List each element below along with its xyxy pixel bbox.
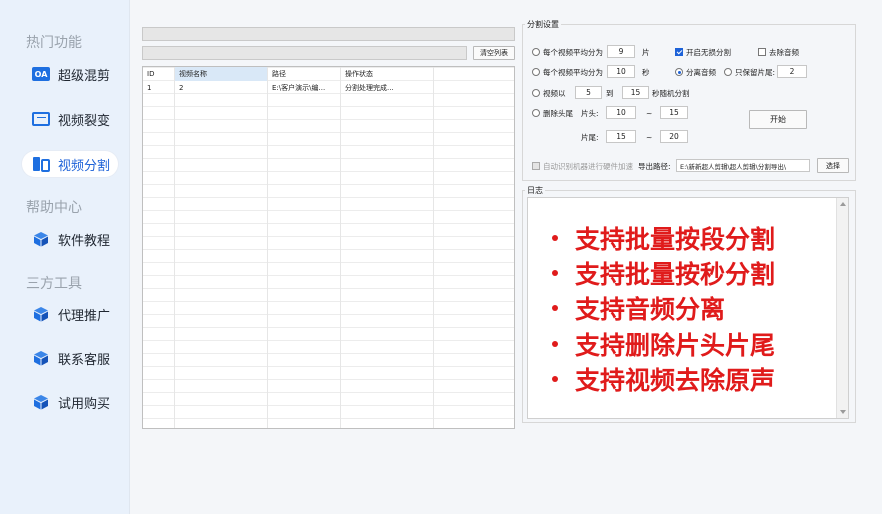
log-scrollbar[interactable] bbox=[836, 198, 848, 418]
tail-dash: ~ bbox=[646, 132, 653, 142]
clear-list-button[interactable]: 清空列表 bbox=[473, 46, 515, 60]
tail-label: 片尾: bbox=[581, 132, 599, 142]
sidebar-item-label: 软件教程 bbox=[58, 233, 111, 249]
section-help-center: 帮助中心 bbox=[26, 200, 82, 216]
table-cell-video-name[interactable]: 2 bbox=[175, 82, 267, 94]
sidebar-item-label: 超级混剪 bbox=[58, 68, 111, 84]
sidebar-item-agent-promo[interactable]: 代理推广 bbox=[22, 301, 118, 327]
sidebar-item-contact-support[interactable]: 联系客服 bbox=[22, 345, 118, 371]
oa-icon: OA bbox=[32, 66, 50, 82]
sidebar-item-label: 代理推广 bbox=[58, 308, 111, 324]
head-label: 片头: bbox=[581, 108, 599, 118]
sidebar-item-label: 联系客服 bbox=[58, 352, 111, 368]
radio-trim-head-tail[interactable]: 删除头尾 bbox=[532, 107, 573, 119]
radio-seconds-split[interactable]: 每个视频平均分为 bbox=[532, 66, 603, 78]
random-suffix-label: 秒随机分割 bbox=[652, 88, 690, 98]
sidebar-item-tutorial[interactable]: 软件教程 bbox=[22, 226, 118, 252]
log-textbox[interactable]: 支持批量按段分割 支持批量按秒分割 支持音频分离 支持删除片头片尾 支持视频去除… bbox=[527, 197, 849, 419]
table-cell-path[interactable]: E:\客户演示\编... bbox=[268, 82, 340, 94]
monitor-icon bbox=[32, 111, 50, 127]
sidebar-item-video-fission[interactable]: 视频裂变 bbox=[22, 106, 118, 132]
radio-even-split[interactable]: 每个视频平均分为 bbox=[532, 46, 603, 58]
head-dash: ~ bbox=[646, 108, 653, 118]
sidebar-item-label: 试用购买 bbox=[58, 396, 111, 412]
section-hot-features: 热门功能 bbox=[26, 35, 82, 51]
tail-max-input[interactable]: 20 bbox=[660, 130, 688, 143]
radio-keep-tail[interactable]: 只保留片尾: bbox=[724, 66, 775, 78]
sidebar-item-trial-purchase[interactable]: 试用购买 bbox=[22, 389, 118, 415]
log-line: 支持视频去除原声 bbox=[548, 361, 775, 397]
sidebar-item-video-split[interactable]: 视频分割 bbox=[22, 151, 119, 177]
split-settings-title: 分割设置 bbox=[525, 19, 561, 30]
column-header-status[interactable]: 操作状态 bbox=[341, 67, 433, 81]
tail-min-input[interactable]: 15 bbox=[606, 130, 636, 143]
oa-icon-badge: OA bbox=[32, 67, 50, 81]
column-header-path[interactable]: 路径 bbox=[268, 67, 340, 81]
cube-icon bbox=[32, 350, 50, 366]
sidebar-item-label: 视频裂变 bbox=[58, 113, 111, 129]
keep-tail-input[interactable]: 2 bbox=[777, 65, 807, 78]
split-icon bbox=[32, 156, 50, 172]
sidebar-item-label: 视频分割 bbox=[58, 158, 111, 174]
browse-button[interactable]: 选择 bbox=[817, 158, 849, 173]
video-table[interactable]: ID 视频名称 路径 操作状态 1 2 E:\客户演示\编... 分割处理完成.… bbox=[142, 66, 515, 429]
head-min-input[interactable]: 10 bbox=[606, 106, 636, 119]
log-line: 支持批量按段分割 bbox=[548, 220, 775, 256]
unit-seconds: 秒 bbox=[642, 67, 650, 77]
table-cell-id[interactable]: 1 bbox=[143, 82, 174, 94]
sidebar-item-super-mix[interactable]: OA 超级混剪 bbox=[22, 61, 118, 87]
log-line: 支持音频分离 bbox=[548, 290, 725, 326]
seconds-input[interactable]: 10 bbox=[607, 65, 635, 78]
column-header-id[interactable]: ID bbox=[143, 67, 174, 81]
cube-icon bbox=[32, 306, 50, 322]
radio-random-split[interactable]: 视频以 bbox=[532, 87, 566, 99]
file-path-bar[interactable] bbox=[142, 46, 467, 60]
table-cell-status[interactable]: 分割处理完成... bbox=[341, 82, 433, 94]
hw-accel-checkbox[interactable]: 自动识别机器进行硬件加速 bbox=[532, 160, 633, 172]
log-line: 支持删除片头片尾 bbox=[548, 326, 775, 362]
unit-pieces: 片 bbox=[642, 47, 650, 57]
random-min-input[interactable]: 5 bbox=[575, 86, 602, 99]
scroll-up-arrow-icon[interactable] bbox=[840, 202, 846, 206]
section-third-party-tools: 三方工具 bbox=[26, 276, 82, 292]
export-path-input[interactable]: E:\新新超人剪辑\超人剪辑\分割导出\ bbox=[676, 159, 810, 172]
export-path-label: 导出路径: bbox=[638, 161, 671, 171]
even-split-count-input[interactable]: 9 bbox=[607, 45, 635, 58]
seamless-split-checkbox[interactable]: 开启无损分割 bbox=[675, 46, 731, 58]
column-header-video-name[interactable]: 视频名称 bbox=[175, 67, 267, 81]
log-title: 日志 bbox=[525, 185, 545, 196]
radio-separate-audio[interactable]: 分离音频 bbox=[675, 66, 716, 78]
start-button[interactable]: 开始 bbox=[749, 110, 807, 129]
random-max-input[interactable]: 15 bbox=[622, 86, 649, 99]
random-to-label: 到 bbox=[606, 88, 614, 98]
head-max-input[interactable]: 15 bbox=[660, 106, 688, 119]
progress-bar bbox=[142, 27, 515, 41]
remove-audio-checkbox[interactable]: 去除音频 bbox=[758, 46, 799, 58]
scroll-down-arrow-icon[interactable] bbox=[840, 410, 846, 414]
cube-icon bbox=[32, 231, 50, 247]
cube-icon bbox=[32, 394, 50, 410]
log-line: 支持批量按秒分割 bbox=[548, 255, 775, 291]
sidebar: 热门功能 OA 超级混剪 视频裂变 视频分割 帮助中心 软件教程 三方工具 代理… bbox=[0, 0, 130, 514]
